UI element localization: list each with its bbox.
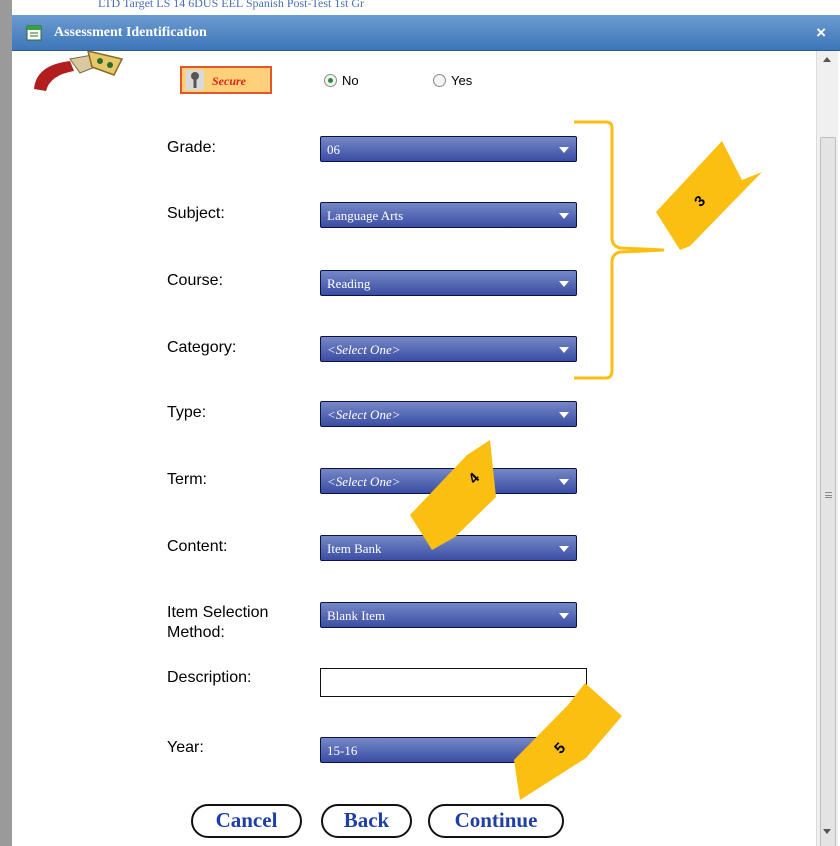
background-page-link: LTD Target LS 14 6DUS EEL Spanish Post-T…	[98, 0, 364, 10]
continue-button[interactable]: Continue	[428, 804, 564, 838]
annotation-number-3: 3	[691, 192, 710, 211]
secure-no-radio[interactable]	[324, 74, 337, 87]
chevron-down-icon	[559, 213, 569, 219]
course-value: Reading	[327, 276, 371, 291]
background-page-edge	[0, 0, 12, 846]
chevron-down-icon	[559, 546, 569, 552]
item-selection-label-line1: Item Selection	[167, 604, 269, 621]
chevron-down-icon	[559, 347, 569, 353]
annotation-arrow-3-icon	[656, 141, 762, 250]
lock-key-icon	[186, 70, 204, 90]
category-value: <Select One>	[327, 342, 401, 357]
assessment-logo-icon	[34, 51, 124, 91]
year-select[interactable]: 15-16	[320, 737, 577, 763]
content-value: Item Bank	[327, 541, 382, 556]
content-select[interactable]: Item Bank	[320, 535, 577, 561]
item-selection-value: Blank Item	[327, 608, 386, 623]
secure-label: Secure	[212, 74, 246, 88]
dialog-titlebar: Assessment Identification ×	[12, 15, 840, 51]
term-select[interactable]: <Select One>	[320, 468, 577, 494]
grip-icon	[825, 492, 832, 498]
category-select[interactable]: <Select One>	[320, 336, 577, 362]
chevron-down-icon	[559, 479, 569, 485]
annotation-bracket	[574, 120, 665, 380]
form-icon	[26, 25, 42, 41]
dialog-title: Assessment Identification	[54, 25, 207, 40]
chevron-down-icon	[559, 412, 569, 418]
grade-label: Grade:	[167, 139, 216, 156]
type-label: Type:	[167, 404, 207, 421]
type-value: <Select One>	[327, 407, 401, 422]
scroll-up-arrow-icon[interactable]	[823, 57, 831, 62]
subject-value: Language Arts	[327, 208, 404, 223]
scroll-thumb[interactable]	[820, 137, 836, 846]
description-label: Description:	[167, 669, 252, 686]
year-label: Year:	[167, 739, 204, 756]
subject-select[interactable]: Language Arts	[320, 202, 577, 228]
secure-yes-radio[interactable]	[433, 74, 446, 87]
type-select[interactable]: <Select One>	[320, 401, 577, 427]
cancel-button[interactable]: Cancel	[191, 804, 302, 838]
secure-badge: Secure	[180, 66, 272, 94]
chevron-down-icon	[559, 281, 569, 287]
annotation-arrow-4-icon	[410, 440, 496, 550]
content-label: Content:	[167, 538, 228, 555]
screenshot: LTD Target LS 14 6DUS EEL Spanish Post-T…	[0, 0, 840, 846]
course-label: Course:	[167, 272, 224, 289]
scroll-down-arrow-icon[interactable]	[823, 829, 831, 834]
close-button[interactable]: ×	[816, 23, 826, 43]
term-label: Term:	[167, 471, 207, 488]
secure-no-label: No	[342, 73, 359, 88]
category-label: Category:	[167, 339, 237, 356]
grade-select[interactable]: 06	[320, 136, 577, 162]
description-input[interactable]	[320, 668, 587, 697]
vertical-scrollbar[interactable]	[816, 51, 838, 846]
back-button[interactable]: Back	[321, 804, 412, 838]
chevron-down-icon	[559, 147, 569, 153]
course-select[interactable]: Reading	[320, 270, 577, 296]
chevron-down-icon	[559, 613, 569, 619]
secure-yes-label: Yes	[451, 73, 473, 88]
year-value: 15-16	[327, 743, 358, 758]
subject-label: Subject:	[167, 205, 225, 222]
item-selection-label-line2: Method:	[167, 624, 225, 641]
item-selection-select[interactable]: Blank Item	[320, 602, 577, 628]
term-value: <Select One>	[327, 474, 401, 489]
grade-value: 06	[327, 142, 340, 157]
